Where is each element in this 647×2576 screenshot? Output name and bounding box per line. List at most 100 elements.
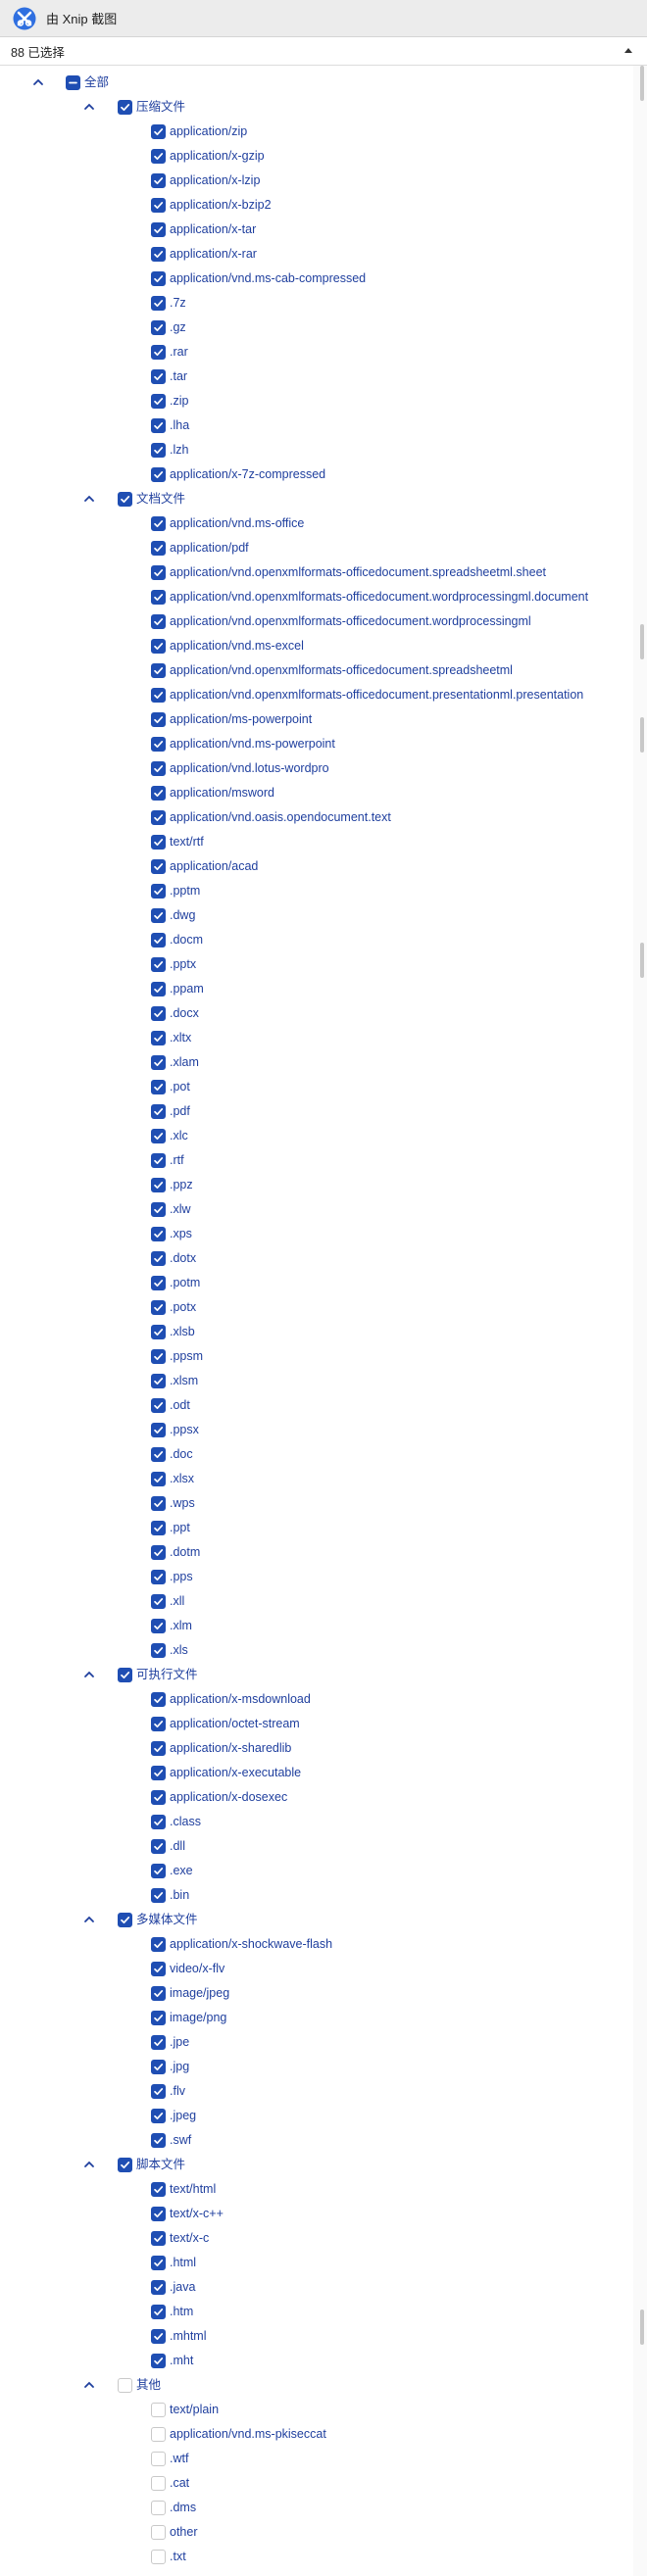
file-type-checkbox[interactable]: [151, 1986, 166, 2001]
file-type-checkbox[interactable]: [151, 1570, 166, 1584]
file-type-row[interactable]: application/x-gzip: [0, 144, 627, 169]
file-type-checkbox[interactable]: [151, 1006, 166, 1021]
file-type-checkbox[interactable]: [151, 1619, 166, 1633]
file-type-row[interactable]: .bin: [0, 1883, 627, 1908]
chevron-up-icon[interactable]: [82, 2378, 96, 2392]
file-type-checkbox[interactable]: [151, 2525, 166, 2540]
file-type-row[interactable]: .jpe: [0, 2030, 627, 2055]
chevron-up-icon[interactable]: [82, 1913, 96, 1926]
file-type-checkbox[interactable]: [151, 663, 166, 678]
file-type-checkbox[interactable]: [151, 1692, 166, 1707]
file-type-row[interactable]: .potm: [0, 1271, 627, 1295]
file-type-row[interactable]: .xps: [0, 1222, 627, 1246]
file-type-row[interactable]: application/x-dosexec: [0, 1785, 627, 1810]
chevron-up-icon[interactable]: [624, 48, 632, 53]
file-type-checkbox[interactable]: [151, 982, 166, 996]
chevron-up-icon[interactable]: [82, 1668, 96, 1681]
file-type-row[interactable]: .mhtml: [0, 2324, 627, 2349]
file-type-checkbox[interactable]: [151, 271, 166, 286]
file-type-row[interactable]: application/vnd.openxmlformats-officedoc…: [0, 609, 627, 634]
file-type-checkbox[interactable]: [151, 1202, 166, 1217]
category-row[interactable]: 文档文件: [0, 487, 627, 511]
file-type-checkbox[interactable]: [151, 2182, 166, 2197]
file-type-checkbox[interactable]: [151, 369, 166, 384]
file-type-checkbox[interactable]: [151, 1717, 166, 1731]
file-type-checkbox[interactable]: [151, 1962, 166, 1976]
file-type-checkbox[interactable]: [151, 1521, 166, 1535]
category-checkbox[interactable]: [118, 1668, 132, 1682]
file-type-checkbox[interactable]: [151, 1864, 166, 1878]
file-type-checkbox[interactable]: [151, 2354, 166, 2368]
file-type-row[interactable]: application/vnd.openxmlformats-officedoc…: [0, 683, 627, 707]
category-row[interactable]: 可执行文件: [0, 1663, 627, 1687]
file-type-checkbox[interactable]: [151, 2452, 166, 2466]
file-type-checkbox[interactable]: [151, 1227, 166, 1241]
file-type-row[interactable]: image/jpeg: [0, 1981, 627, 2006]
file-type-checkbox[interactable]: [151, 786, 166, 801]
file-type-checkbox[interactable]: [151, 1472, 166, 1486]
file-type-checkbox[interactable]: [151, 1643, 166, 1658]
file-type-row[interactable]: application/x-msdownload: [0, 1687, 627, 1712]
file-type-checkbox[interactable]: [151, 247, 166, 262]
file-type-checkbox[interactable]: [151, 859, 166, 874]
file-type-checkbox[interactable]: [151, 2011, 166, 2025]
file-type-row[interactable]: .lha: [0, 413, 627, 438]
file-type-row[interactable]: application/ms-powerpoint: [0, 707, 627, 732]
category-checkbox[interactable]: [118, 2158, 132, 2172]
file-type-row[interactable]: .ppz: [0, 1173, 627, 1197]
file-type-row[interactable]: .xlw: [0, 1197, 627, 1222]
chevron-up-icon[interactable]: [82, 492, 96, 506]
file-type-row[interactable]: .doc: [0, 1442, 627, 1467]
file-type-row[interactable]: .class: [0, 1810, 627, 1834]
file-type-checkbox[interactable]: [151, 1251, 166, 1266]
file-type-checkbox[interactable]: [151, 1496, 166, 1511]
file-type-row[interactable]: .pps: [0, 1565, 627, 1589]
file-type-checkbox[interactable]: [151, 737, 166, 752]
file-type-row[interactable]: application/x-rar: [0, 242, 627, 267]
file-type-row[interactable]: .flv: [0, 2079, 627, 2104]
file-type-row[interactable]: .xls: [0, 1638, 627, 1663]
file-type-row[interactable]: .ppam: [0, 977, 627, 1001]
file-type-row[interactable]: .ppt: [0, 1516, 627, 1540]
category-checkbox[interactable]: [118, 2378, 132, 2393]
chevron-up-icon[interactable]: [31, 75, 45, 89]
file-type-row[interactable]: application/octet-stream: [0, 1712, 627, 1736]
file-type-row[interactable]: application/zip: [0, 120, 627, 144]
file-type-checkbox[interactable]: [151, 1300, 166, 1315]
scrollbar[interactable]: [633, 66, 647, 2576]
file-type-checkbox[interactable]: [151, 1031, 166, 1045]
file-type-checkbox[interactable]: [151, 2403, 166, 2417]
file-type-row[interactable]: text/html: [0, 2177, 627, 2202]
file-type-checkbox[interactable]: [151, 1104, 166, 1119]
file-type-checkbox[interactable]: [151, 590, 166, 605]
file-type-row[interactable]: text/plain: [0, 2398, 627, 2422]
file-type-row[interactable]: application/acad: [0, 854, 627, 879]
tree-root[interactable]: 全部: [0, 71, 627, 95]
file-type-row[interactable]: .odt: [0, 1393, 627, 1418]
file-type-checkbox[interactable]: [151, 1398, 166, 1413]
file-type-checkbox[interactable]: [151, 1080, 166, 1094]
file-type-row[interactable]: .cat: [0, 2471, 627, 2496]
file-type-checkbox[interactable]: [151, 884, 166, 899]
file-type-row[interactable]: application/vnd.openxmlformats-officedoc…: [0, 560, 627, 585]
file-type-row[interactable]: application/x-sharedlib: [0, 1736, 627, 1761]
file-type-checkbox[interactable]: [151, 1055, 166, 1070]
root-checkbox[interactable]: [66, 75, 80, 90]
file-type-checkbox[interactable]: [151, 418, 166, 433]
file-type-checkbox[interactable]: [151, 761, 166, 776]
selection-dropdown[interactable]: 88 已选择: [0, 38, 647, 66]
file-type-checkbox[interactable]: [151, 2084, 166, 2099]
file-type-checkbox[interactable]: [151, 2501, 166, 2515]
file-type-checkbox[interactable]: [151, 2550, 166, 2564]
file-type-checkbox[interactable]: [151, 2109, 166, 2123]
file-type-checkbox[interactable]: [151, 2305, 166, 2319]
file-type-row[interactable]: .dotm: [0, 1540, 627, 1565]
file-type-checkbox[interactable]: [151, 2035, 166, 2050]
file-type-row[interactable]: .xlsx: [0, 1467, 627, 1491]
file-type-checkbox[interactable]: [151, 1790, 166, 1805]
file-type-checkbox[interactable]: [151, 1766, 166, 1780]
file-type-checkbox[interactable]: [151, 394, 166, 409]
file-type-checkbox[interactable]: [151, 2133, 166, 2148]
file-type-row[interactable]: application/vnd.ms-cab-compressed: [0, 267, 627, 291]
file-type-checkbox[interactable]: [151, 541, 166, 556]
